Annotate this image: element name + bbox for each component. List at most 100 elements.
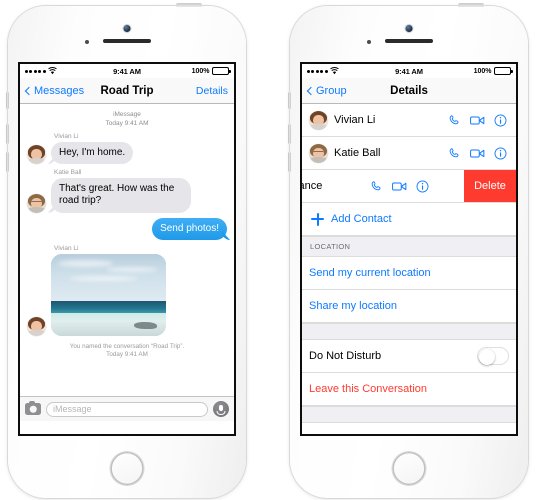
- home-button[interactable]: [392, 452, 426, 485]
- contact-actions: [448, 147, 509, 160]
- status-bar-time: 9:41 AM: [113, 66, 141, 76]
- volume-up-button[interactable]: [6, 124, 9, 144]
- video-camera-icon[interactable]: [470, 114, 485, 127]
- left-screen: 9:41 AM 100% Messages Road Trip Details …: [18, 62, 236, 436]
- volume-up-button[interactable]: [288, 124, 291, 144]
- message-row: Send photos!: [20, 217, 234, 240]
- do-not-disturb-row[interactable]: Do Not Disturb: [302, 340, 516, 373]
- status-bar-right: 100%: [423, 67, 513, 75]
- contact-name: Katie Ball: [334, 147, 381, 159]
- phone-icon[interactable]: [448, 147, 461, 160]
- contact-name: Vivian Li: [334, 114, 376, 126]
- microphone-icon[interactable]: [213, 401, 229, 417]
- back-button-label: Messages: [34, 84, 85, 97]
- service-timestamp: iMessage Today 9:41 AM: [105, 111, 149, 127]
- photo-message-attachment[interactable]: [51, 253, 166, 336]
- avatar[interactable]: [27, 145, 46, 164]
- message-row: Hey, I'm home.: [20, 141, 234, 164]
- contact-row-katie-ball[interactable]: Katie Ball: [302, 137, 516, 170]
- section-spacer-bottom: [302, 406, 516, 423]
- home-button[interactable]: [110, 452, 144, 485]
- details-list[interactable]: Vivian Li Katie Ball nce Delete Add Cont…: [302, 104, 516, 434]
- right-screen: 9:41 AM 100% Group Details Vivian Li Kat…: [300, 62, 518, 436]
- share-my-location-row[interactable]: Share my location: [302, 290, 516, 323]
- message-input[interactable]: iMessage: [46, 401, 208, 417]
- battery-icon: [494, 67, 513, 75]
- status-bar-time: 9:41 AM: [395, 66, 423, 76]
- share-my-location-label: Share my location: [309, 300, 398, 312]
- message-sender-name: Vivian Li: [54, 133, 79, 140]
- leave-conversation-label: Leave this Conversation: [309, 383, 428, 395]
- battery-icon: [212, 67, 231, 75]
- phone-icon[interactable]: [448, 114, 461, 127]
- contact-actions: [448, 114, 509, 127]
- message-sender-name: Vivian Li: [54, 245, 79, 252]
- status-bar: 9:41 AM 100%: [20, 64, 234, 78]
- avatar[interactable]: [309, 143, 328, 163]
- iphone-left-device: 9:41 AM 100% Messages Road Trip Details …: [6, 3, 246, 498]
- volume-down-button[interactable]: [288, 152, 291, 172]
- power-button[interactable]: [458, 3, 484, 7]
- location-section-header: LOCATION: [302, 236, 516, 257]
- info-circle-icon[interactable]: [494, 147, 507, 160]
- signal-strength-icon: [307, 69, 328, 73]
- status-bar: 9:41 AM 100%: [302, 64, 516, 78]
- conversation-thread[interactable]: iMessage Today 9:41 AM Vivian Li Hey, I'…: [20, 104, 234, 421]
- message-bubble[interactable]: Hey, I'm home.: [51, 141, 134, 164]
- signal-strength-icon: [25, 69, 46, 73]
- message-row: [20, 253, 234, 336]
- message-bubble[interactable]: That's great. How was the road trip?: [51, 177, 191, 213]
- chevron-left-icon: [306, 86, 316, 95]
- delete-button[interactable]: Delete: [464, 170, 516, 202]
- add-contact-label: Add Contact: [331, 213, 392, 225]
- back-button-label: Group: [316, 84, 347, 97]
- do-not-disturb-label: Do Not Disturb: [309, 350, 382, 362]
- wifi-icon: [330, 67, 339, 75]
- toggle-knob: [479, 349, 495, 365]
- contact-row-vance[interactable]: Vance: [302, 170, 516, 203]
- left-nav-bar: Messages Road Trip Details: [20, 78, 234, 104]
- iphone-right-device: 9:41 AM 100% Group Details Vivian Li Kat…: [288, 3, 528, 498]
- contact-name: Vance: [302, 180, 323, 192]
- camera-icon[interactable]: [25, 400, 41, 415]
- do-not-disturb-toggle[interactable]: [477, 347, 509, 365]
- chevron-left-icon: [24, 86, 34, 95]
- system-message: You named the conversation “Road Trip”. …: [69, 342, 185, 359]
- swipe-content: Vance: [302, 180, 485, 193]
- screenshot-stage: 9:41 AM 100% Messages Road Trip Details …: [0, 0, 545, 500]
- status-bar-left: [25, 67, 113, 75]
- proximity-sensor: [85, 40, 89, 44]
- contact-row-vivian-li[interactable]: Vivian Li: [302, 104, 516, 137]
- avatar[interactable]: [309, 110, 328, 130]
- status-bar-right: 100%: [141, 67, 231, 75]
- silent-switch[interactable]: [288, 92, 291, 109]
- details-button[interactable]: Details: [196, 85, 228, 97]
- leave-conversation-row[interactable]: Leave this Conversation: [302, 373, 516, 406]
- message-bubble[interactable]: Send photos!: [152, 217, 227, 240]
- back-to-group-button[interactable]: Group: [306, 84, 347, 97]
- video-camera-icon[interactable]: [392, 180, 407, 193]
- battery-percent-label: 100%: [191, 67, 210, 75]
- proximity-sensor: [367, 40, 371, 44]
- avatar[interactable]: [27, 316, 46, 336]
- battery-percent-label: 100%: [473, 67, 492, 75]
- info-circle-icon[interactable]: [494, 114, 507, 127]
- earpiece-speaker: [385, 39, 433, 43]
- avatar[interactable]: [27, 193, 46, 213]
- info-circle-icon[interactable]: [416, 180, 429, 193]
- send-current-location-row[interactable]: Send my current location: [302, 257, 516, 290]
- section-spacer: [302, 323, 516, 340]
- front-camera-icon: [123, 25, 131, 32]
- wifi-icon: [48, 67, 57, 75]
- phone-icon[interactable]: [370, 180, 383, 193]
- silent-switch[interactable]: [6, 92, 9, 109]
- power-button[interactable]: [176, 3, 202, 7]
- back-to-messages-button[interactable]: Messages: [24, 84, 85, 97]
- right-nav-bar: Group Details: [302, 78, 516, 104]
- message-input-placeholder: iMessage: [53, 404, 92, 414]
- video-camera-icon[interactable]: [470, 147, 485, 160]
- add-contact-row[interactable]: Add Contact: [302, 203, 516, 236]
- message-sender-name: Katie Ball: [54, 169, 82, 176]
- message-input-bar: iMessage: [20, 396, 234, 421]
- volume-down-button[interactable]: [6, 152, 9, 172]
